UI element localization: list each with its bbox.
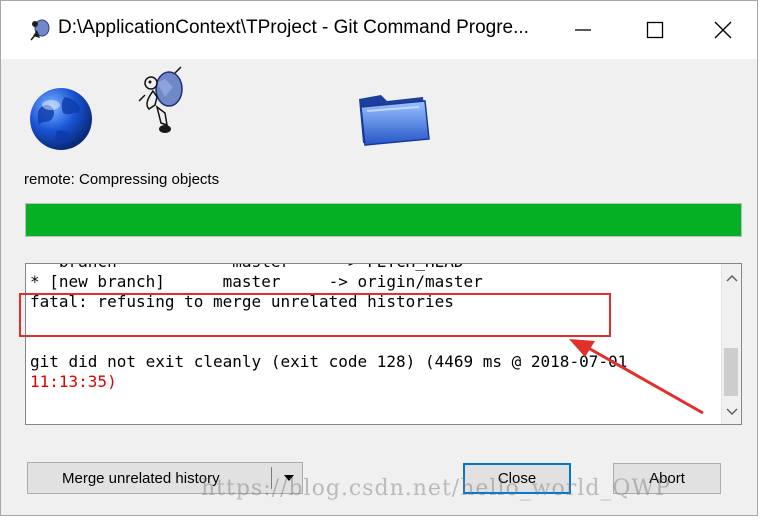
minimize-icon xyxy=(575,29,591,31)
tortoise-icon xyxy=(138,66,183,133)
merge-dropdown-button[interactable] xyxy=(275,463,303,493)
log-line: * branch master -> FETCH_HEAD xyxy=(30,264,720,272)
split-divider xyxy=(271,467,272,489)
title-bar[interactable]: D:\ApplicationContext\TProject - Git Com… xyxy=(1,1,757,59)
scroll-up-icon[interactable] xyxy=(726,274,738,282)
error-highlight-box xyxy=(19,293,611,337)
chevron-down-icon xyxy=(284,475,294,481)
close-icon xyxy=(714,21,732,39)
red-arrow-icon xyxy=(569,339,704,415)
abort-button[interactable]: Abort xyxy=(613,463,721,494)
close-button[interactable]: Close xyxy=(463,463,571,494)
log-line: * [new branch] master -> origin/master xyxy=(30,272,483,291)
merge-unrelated-history-button[interactable]: Merge unrelated history xyxy=(27,462,303,494)
maximize-button[interactable] xyxy=(627,1,683,59)
scroll-thumb[interactable] xyxy=(724,348,738,396)
log-scrollbar[interactable] xyxy=(721,264,741,424)
globe-icon xyxy=(30,88,92,150)
minimize-button[interactable] xyxy=(555,1,611,59)
maximize-icon xyxy=(646,21,664,39)
progress-fill xyxy=(26,204,741,236)
git-progress-window: D:\ApplicationContext\TProject - Git Com… xyxy=(0,0,758,516)
close-window-button[interactable] xyxy=(695,1,751,59)
tortoise-app-icon xyxy=(30,19,50,41)
merge-button-label: Merge unrelated history xyxy=(62,470,220,487)
window-title: D:\ApplicationContext\TProject - Git Com… xyxy=(58,17,529,38)
scroll-down-icon[interactable] xyxy=(726,408,738,416)
status-text: remote: Compressing objects xyxy=(24,171,220,188)
folder-icon xyxy=(359,95,430,146)
progress-bar xyxy=(25,203,742,237)
